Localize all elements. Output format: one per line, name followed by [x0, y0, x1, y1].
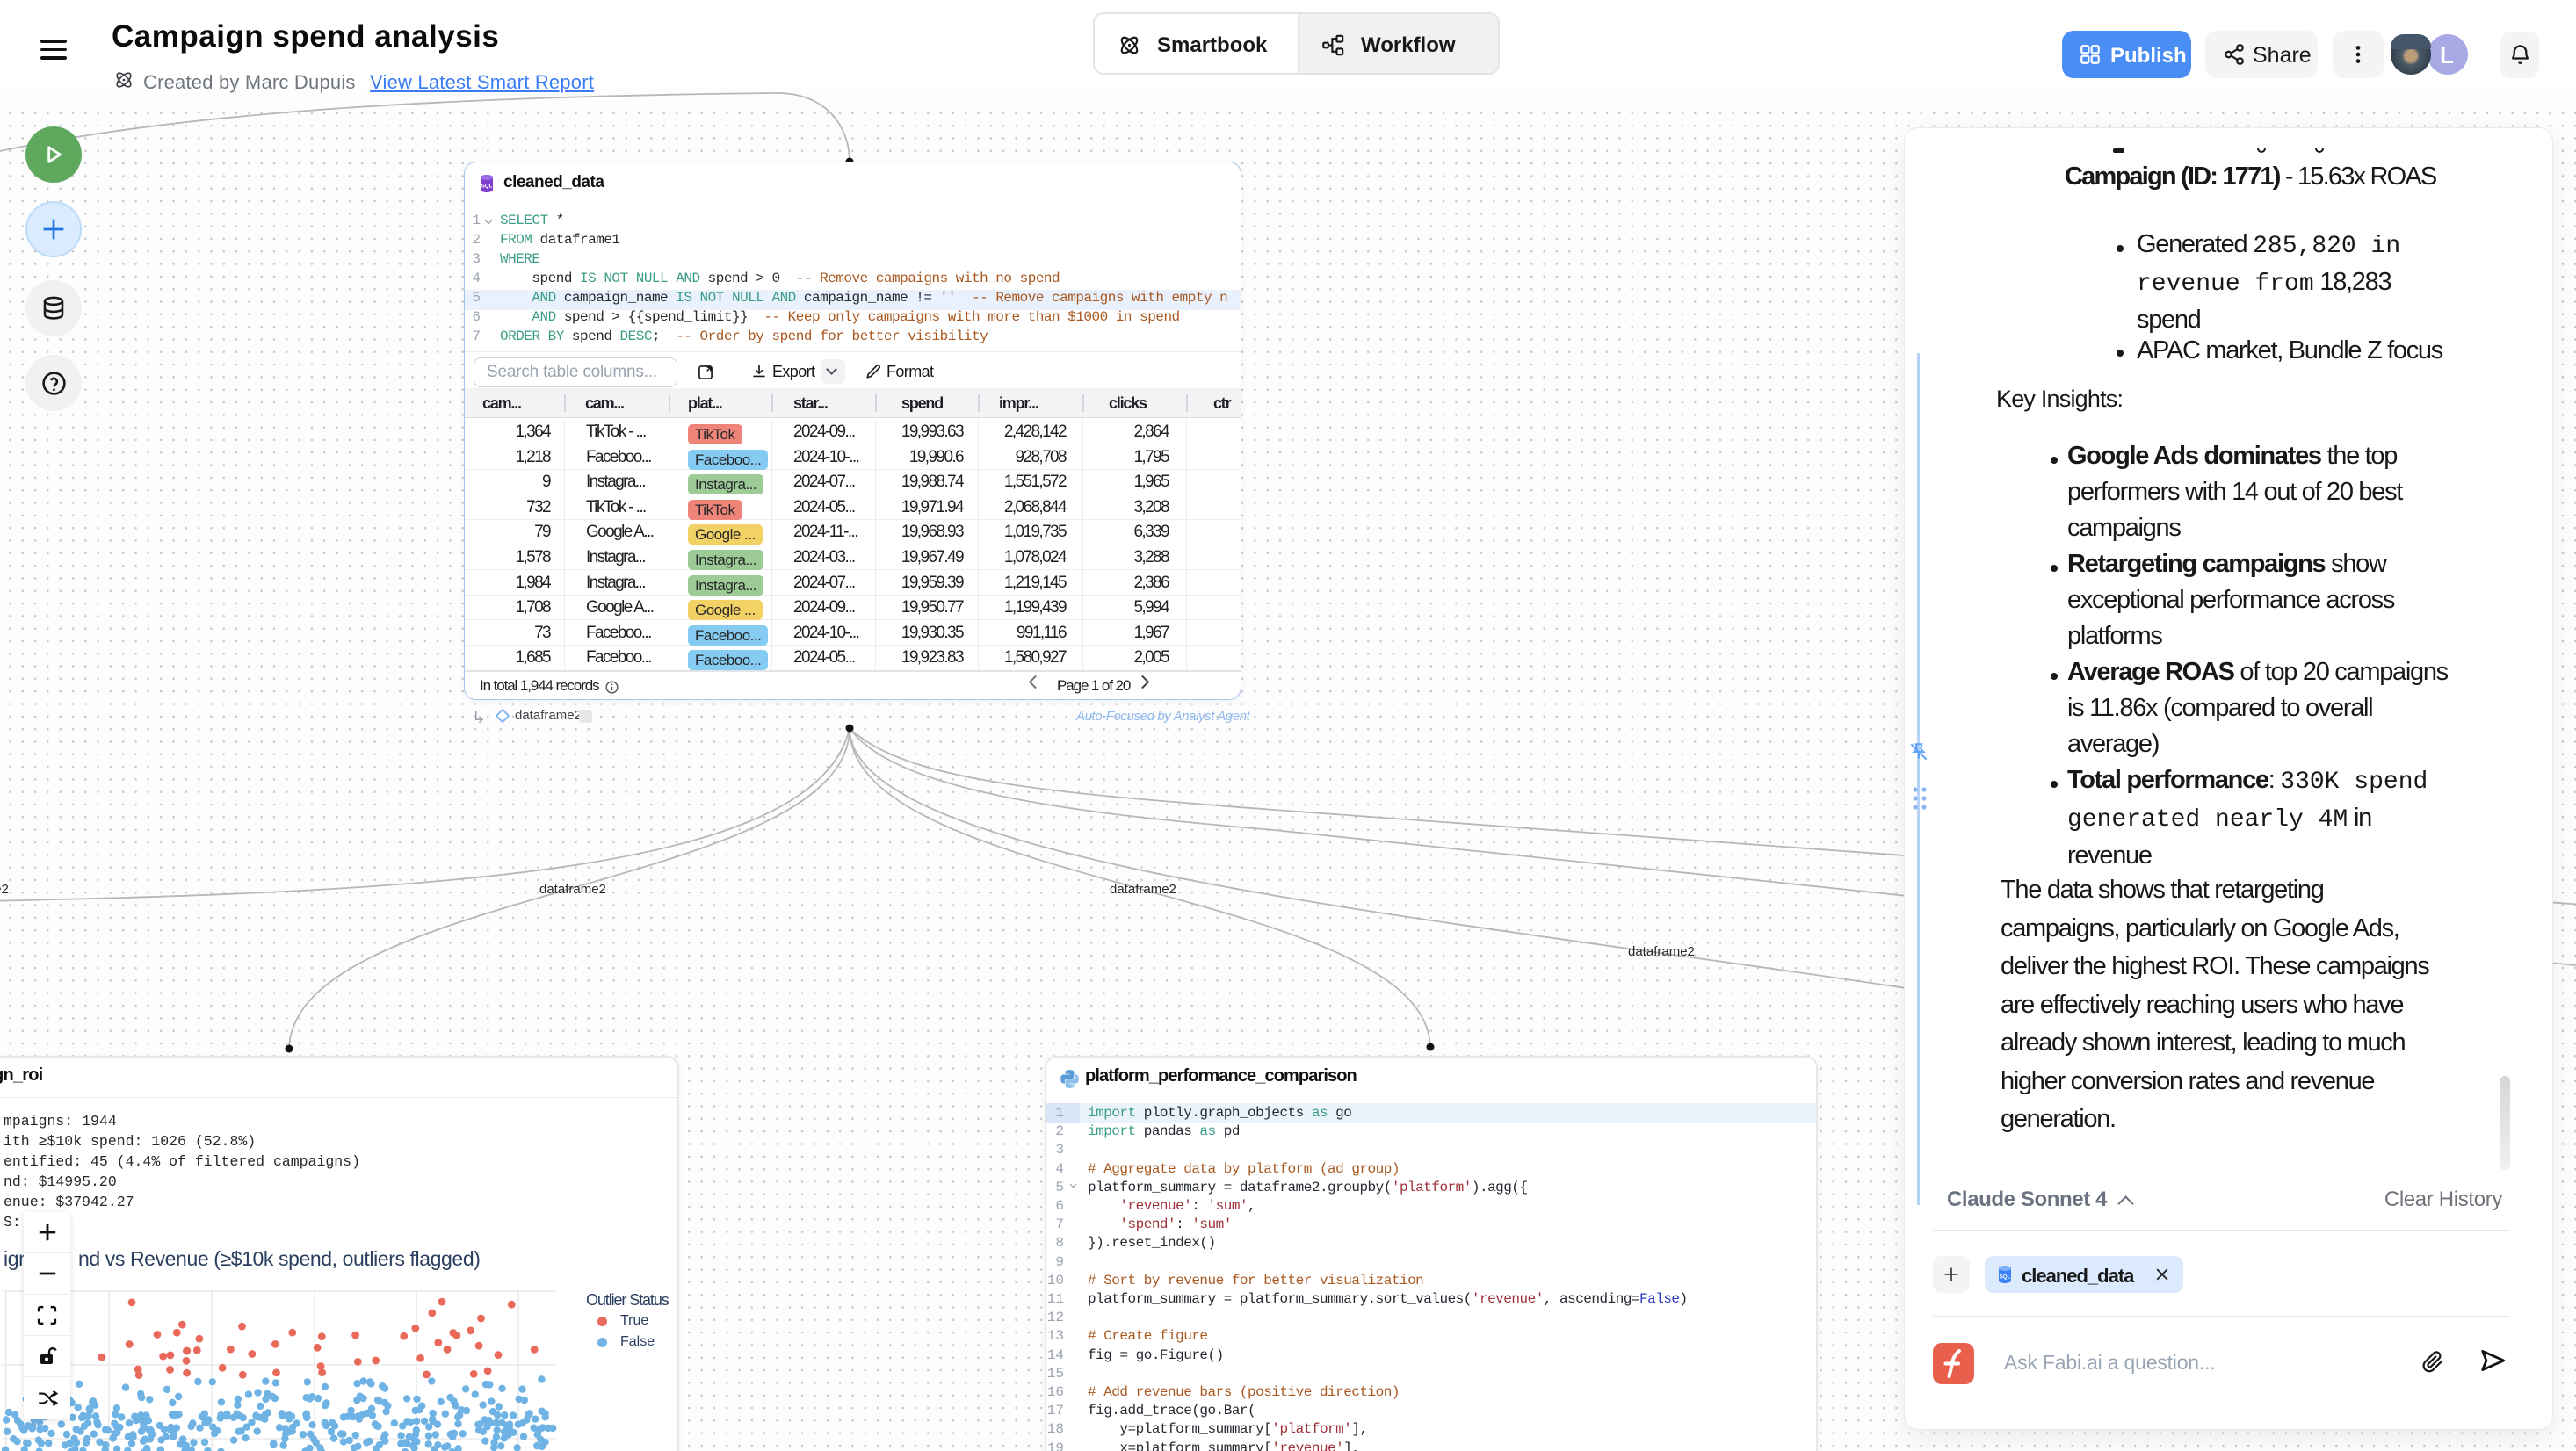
svg-text:SQL: SQL — [481, 184, 493, 190]
svg-text:SQL: SQL — [2000, 1274, 2011, 1281]
